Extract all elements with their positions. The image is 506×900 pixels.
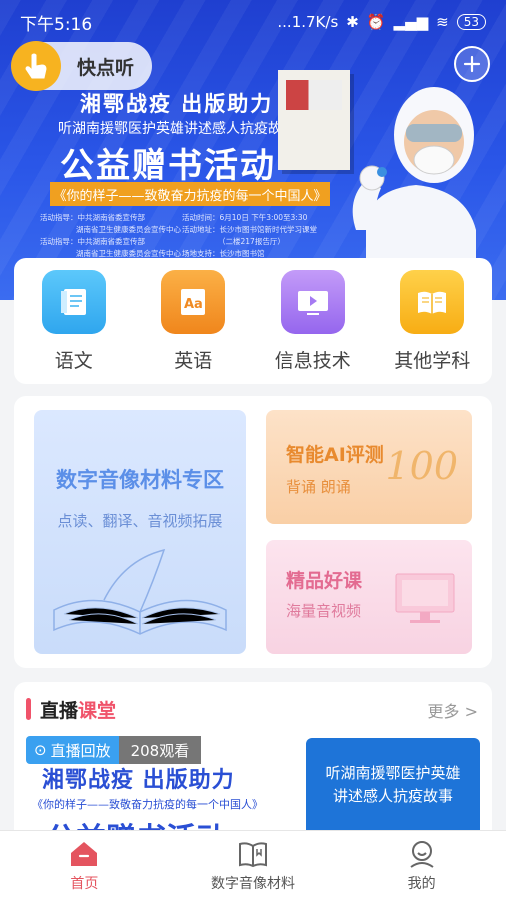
tab-label: 我的 — [407, 875, 436, 892]
hand-tap-icon — [11, 41, 61, 91]
play-circle-icon: ⊙ — [34, 741, 47, 759]
section-accent-bar — [26, 698, 31, 720]
live-thumbnail-2[interactable]: 听湖南援鄂医护英雄讲述感人抗疫故事 — [306, 738, 480, 842]
bluetooth-icon: ✱ — [346, 13, 359, 31]
monitor-icon — [395, 573, 455, 623]
boutique-tile-title: 精品好课 — [286, 570, 363, 592]
add-button[interactable] — [454, 46, 490, 82]
plus-icon — [463, 55, 481, 73]
wifi-icon: ≋ — [436, 13, 449, 31]
banner-headline: 湘鄂战疫 出版助力 — [80, 92, 274, 116]
tab-label: 数字音像材料 — [211, 875, 295, 892]
status-time: 下午5:16 — [20, 14, 93, 35]
ai-tile-title: 智能AI评测 — [286, 444, 384, 466]
ai-evaluation-tile[interactable]: 智能AI评测 背诵 朗诵 100 — [266, 410, 472, 524]
digital-zone-subtitle: 点读、翻译、音视频拓展 — [57, 512, 223, 530]
english-book-icon: Aa — [161, 270, 226, 334]
open-book-icon — [400, 270, 465, 334]
subject-english[interactable]: Aa 英语 — [138, 270, 248, 384]
book-icon — [239, 841, 267, 867]
boutique-tile-subtitle: 海量音视频 — [286, 602, 362, 620]
subject-label: 其他学科 — [394, 350, 471, 372]
subject-label: 语文 — [54, 350, 93, 372]
replay-badge: ⊙ 直播回放 208观看 — [26, 736, 202, 764]
digital-zone-title: 数字音像材料专区 — [56, 468, 224, 492]
open-book-illustration — [53, 548, 227, 635]
svg-text:Aa: Aa — [184, 297, 203, 312]
bottom-tab-bar: 首页 数字音像材料 我的 — [0, 830, 506, 900]
live-classroom-card: 直播课堂 更多 > ⊙ 直播回放 208观看 湘鄂战疫 出版助力 《你的样子——致… — [14, 682, 492, 842]
digital-media-zone-tile[interactable]: 数字音像材料专区 点读、翻译、音视频拓展 — [34, 410, 246, 654]
signal-icon: ▂▄▆ — [393, 13, 429, 31]
subject-other[interactable]: 其他学科 — [377, 270, 487, 384]
view-count: 208观看 — [118, 736, 202, 764]
banner-book-title: 《你的样子——致敬奋力抗疫的每一个中国人》 — [50, 182, 330, 206]
subject-chinese[interactable]: 语文 — [19, 270, 129, 384]
notebook-icon — [41, 270, 106, 334]
subject-label: 英语 — [174, 350, 213, 372]
live-section-title: 直播课堂 — [40, 700, 117, 722]
score-100-decoration: 100 — [385, 444, 458, 488]
feature-zones-card: 数字音像材料专区 点读、翻译、音视频拓展 智能AI评测 背诵 朗诵 100 精品… — [14, 396, 492, 668]
tab-mine[interactable]: 我的 — [337, 831, 506, 900]
subject-it[interactable]: 信息技术 — [258, 270, 368, 384]
status-bar: 下午5:16 ...1.7K/s ✱ ⏰ ▂▄▆ ≋ 53 — [0, 0, 506, 44]
banner-info-left: 活动指导：中共湖南省委宣传部 湖南省卫生健康委员会宣传中心 活动指导：中共湖南省… — [40, 213, 181, 258]
tab-home[interactable]: 首页 — [0, 831, 169, 900]
tab-digital-media[interactable]: 数字音像材料 — [169, 831, 338, 900]
home-icon — [71, 841, 98, 866]
boutique-course-tile[interactable]: 精品好课 海量音视频 — [266, 540, 472, 654]
quick-listen-button[interactable]: 快点听 — [11, 41, 152, 91]
ai-tile-subtitle: 背诵 朗诵 — [286, 478, 351, 496]
banner-subheadline: 听湖南援鄂医护英雄讲述感人抗疫故事 — [58, 121, 296, 137]
subject-label: 信息技术 — [274, 350, 351, 372]
user-icon — [410, 840, 434, 868]
tab-label: 首页 — [70, 875, 99, 892]
monitor-play-icon — [280, 270, 345, 334]
alarm-icon: ⏰ — [366, 13, 386, 31]
more-link[interactable]: 更多 > — [428, 698, 479, 722]
subjects-card: 语文 Aa 英语 信息技术 其他学科 — [14, 258, 492, 384]
banner-title: 公益赠书活动 — [60, 146, 276, 186]
banner-info-right: 活动时间：6月10日 下午3:00至3:30 活动地址：长沙市图书馆新时代学习课… — [182, 213, 317, 258]
network-speed: ...1.7K/s — [277, 13, 339, 31]
battery-icon: 53 — [456, 14, 486, 30]
app-name-label: 快点听 — [77, 56, 135, 79]
